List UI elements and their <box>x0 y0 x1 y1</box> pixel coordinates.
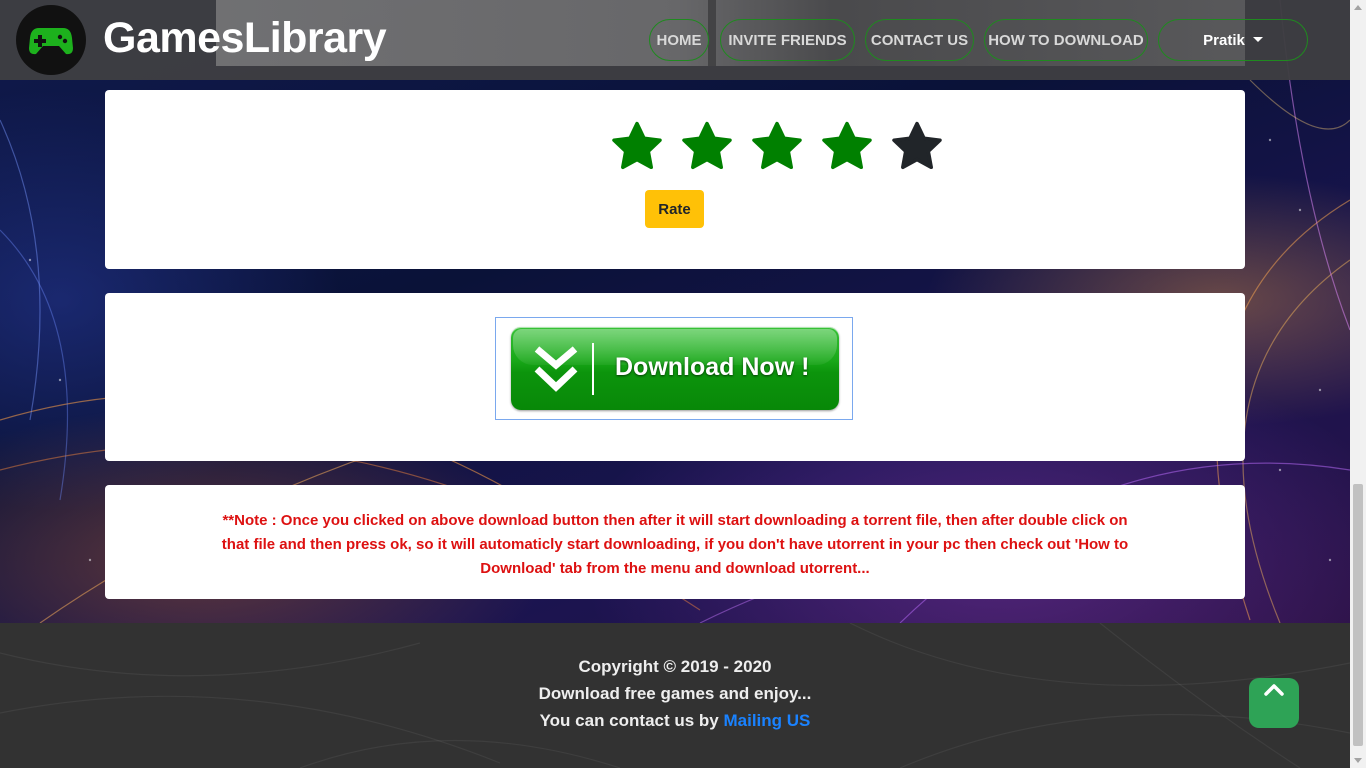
contact-prefix: You can contact us by <box>539 711 719 730</box>
nav-contact-us[interactable]: CONTACT US <box>865 19 974 61</box>
star-rating[interactable] <box>610 120 944 174</box>
copyright-text: Copyright © 2019 - 2020 <box>578 657 772 676</box>
footer-text: Copyright © 2019 - 2020 Download free ga… <box>0 653 1350 734</box>
user-name: Pratik <box>1203 31 1245 49</box>
nav-how-to-download[interactable]: HOW TO DOWNLOAD <box>984 19 1148 61</box>
scroll-down-arrow[interactable] <box>1354 758 1362 763</box>
gamepad-icon <box>29 28 73 55</box>
user-dropdown[interactable]: Pratik <box>1158 19 1308 61</box>
download-now-button[interactable]: Download Now ! <box>495 317 853 420</box>
page-scrollbar[interactable] <box>1350 0 1366 768</box>
note-card: **Note : Once you clicked on above downl… <box>105 485 1245 599</box>
footer: Copyright © 2019 - 2020 Download free ga… <box>0 623 1350 768</box>
download-button-graphic: Download Now ! <box>511 327 839 410</box>
caret-down-icon <box>1252 36 1263 42</box>
scrollbar-thumb[interactable] <box>1353 484 1363 746</box>
brand-name[interactable]: GamesLibrary <box>103 14 387 63</box>
double-chevron-down-icon <box>534 346 578 392</box>
download-note: **Note : Once you clicked on above downl… <box>221 512 1129 577</box>
nav-home[interactable]: HOME <box>649 19 709 61</box>
star-icon[interactable] <box>820 120 874 174</box>
footer-tagline: Download free games and enjoy... <box>538 684 812 703</box>
scroll-up-arrow[interactable] <box>1354 5 1362 10</box>
star-icon[interactable] <box>890 120 944 174</box>
mailing-us-link[interactable]: Mailing US <box>724 711 811 730</box>
back-to-top-button[interactable] <box>1249 678 1299 728</box>
download-card: Download Now ! <box>105 293 1245 461</box>
download-separator <box>592 343 594 395</box>
top-navbar: GamesLibrary HOME INVITE FRIENDS CONTACT… <box>0 0 1350 80</box>
star-icon[interactable] <box>680 120 734 174</box>
chevron-up-icon <box>1264 684 1284 696</box>
site-logo[interactable] <box>16 5 86 75</box>
download-label: Download Now ! <box>615 353 810 381</box>
nav-invite-friends[interactable]: INVITE FRIENDS <box>720 19 855 61</box>
star-icon[interactable] <box>750 120 804 174</box>
rating-card: Rate <box>105 90 1245 269</box>
contact-line: You can contact us by Mailing US <box>0 707 1350 734</box>
star-icon[interactable] <box>610 120 664 174</box>
rate-button[interactable]: Rate <box>645 190 704 228</box>
